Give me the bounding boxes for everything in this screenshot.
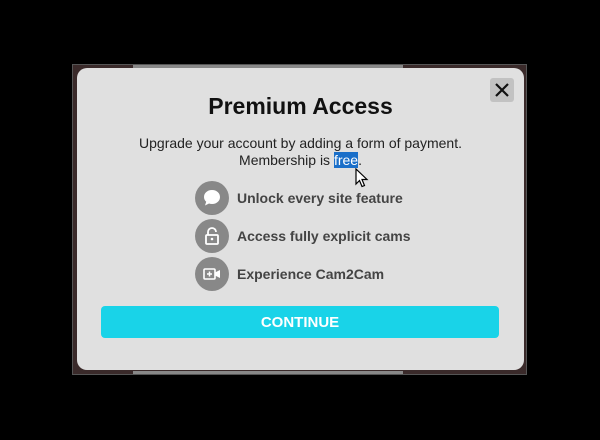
background-bar-bottom: [133, 371, 403, 374]
mouse-cursor-icon: [355, 168, 369, 188]
premium-access-modal: Premium Access Upgrade your account by a…: [77, 68, 524, 370]
chat-bubble-icon: [195, 181, 229, 215]
description-line-2: Membership is free.: [77, 152, 524, 169]
feature-label: Unlock every site feature: [237, 190, 403, 206]
feature-label: Experience Cam2Cam: [237, 266, 385, 282]
description-suffix: .: [358, 152, 362, 168]
feature-item: Unlock every site feature: [195, 181, 411, 215]
description-line-1: Upgrade your account by adding a form of…: [139, 135, 462, 151]
feature-item: Access fully explicit cams: [195, 219, 411, 253]
modal-title: Premium Access: [208, 93, 393, 119]
feature-list: Unlock every site feature Access fully e…: [195, 181, 411, 295]
feature-label: Access fully explicit cams: [237, 228, 411, 244]
description-prefix: Membership is: [239, 152, 334, 168]
modal-description: Upgrade your account by adding a form of…: [77, 135, 524, 169]
selected-text: free: [333, 152, 359, 168]
feature-item: Experience Cam2Cam: [195, 257, 411, 291]
video-camera-icon: [195, 257, 229, 291]
continue-button[interactable]: CONTINUE: [101, 306, 499, 338]
unlocked-padlock-icon: [195, 219, 229, 253]
